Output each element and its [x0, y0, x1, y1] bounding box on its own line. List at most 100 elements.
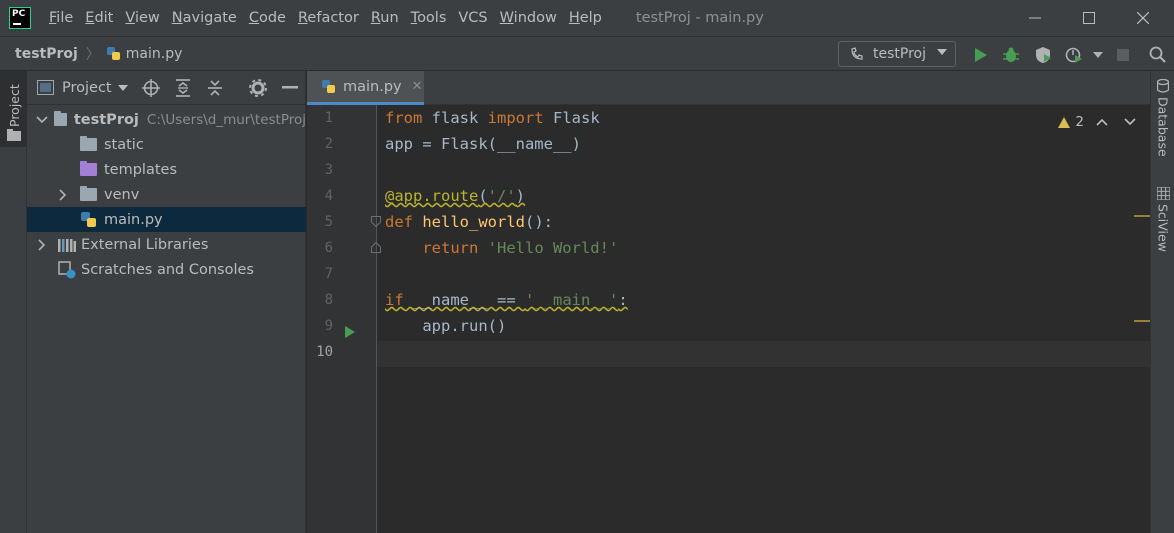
line-number: 1	[324, 110, 333, 126]
code-line-9[interactable]: app.run()	[385, 313, 506, 339]
search-everywhere-button[interactable]	[1148, 45, 1168, 65]
line-number: 3	[324, 162, 333, 178]
chevron-right-icon[interactable]	[57, 188, 69, 201]
database-tab-label: Database	[1155, 97, 1171, 157]
folder-icon	[54, 111, 67, 126]
error-stripe-mark[interactable]	[1134, 215, 1150, 217]
run-config-icon	[851, 47, 863, 60]
run-configuration-select[interactable]: testProj	[838, 41, 956, 67]
sciview-tool-tab[interactable]: SciView	[1151, 187, 1174, 252]
maximize-icon	[1083, 12, 1095, 24]
database-tool-tab[interactable]: Database	[1151, 79, 1174, 157]
tree-item-templates[interactable]: templates	[27, 157, 306, 182]
project-tool-window-tab[interactable]: Project	[0, 71, 27, 147]
line-number: 4	[324, 188, 333, 204]
menu-file[interactable]: File	[43, 10, 79, 26]
chevron-up-icon[interactable]	[1096, 118, 1108, 126]
code-line-5[interactable]: def hello_world():	[385, 209, 553, 235]
breadcrumb-file[interactable]: main.py	[106, 46, 182, 62]
line-number: 2	[324, 136, 333, 152]
line-number: 9	[324, 318, 333, 334]
project-view-selector[interactable]: Project	[37, 80, 128, 96]
code-line-1[interactable]: from flask import Flask	[385, 105, 600, 131]
code-line-2[interactable]: app = Flask(__name__)	[385, 131, 581, 157]
menu-vcs[interactable]: VCS	[452, 10, 493, 26]
line-number: 8	[324, 292, 333, 308]
close-tab-icon[interactable]: ✕	[412, 79, 423, 94]
shield-icon	[1036, 47, 1051, 63]
menu-view[interactable]: View	[119, 10, 165, 26]
run-button[interactable]	[970, 45, 990, 65]
menu-code[interactable]: Code	[243, 10, 292, 26]
pycharm-logo-icon: PC	[9, 7, 31, 29]
run-icon	[975, 48, 987, 62]
warning-count: 2	[1075, 114, 1084, 130]
expand-all-button[interactable]	[173, 78, 193, 98]
chevron-down-icon	[117, 84, 128, 91]
editor-tab-bar: main.py ✕	[307, 71, 1150, 105]
logo-text: PC	[12, 9, 26, 19]
fold-marker-icon[interactable]	[371, 242, 381, 253]
close-window-button[interactable]	[1120, 0, 1166, 36]
profile-button[interactable]	[1064, 45, 1084, 65]
chevron-down-icon[interactable]	[1124, 118, 1136, 126]
menu-help[interactable]: Help	[563, 10, 608, 26]
tree-item-scratches[interactable]: Scratches and Consoles	[27, 257, 306, 282]
menu-navigate[interactable]: Navigate	[166, 10, 243, 26]
menubar: PC File Edit View Navigate Code Refactor…	[0, 0, 1174, 36]
collapse-all-icon	[208, 80, 222, 96]
tree-item-venv[interactable]: venv	[27, 182, 306, 207]
line-number: 6	[324, 240, 333, 256]
minimize-icon	[1029, 17, 1041, 19]
tree-item-main-py[interactable]: main.py	[27, 207, 306, 232]
project-view-icon	[37, 80, 54, 95]
code-line-4[interactable]: @app.route('/')	[385, 183, 525, 209]
breadcrumb-project[interactable]: testProj	[15, 46, 78, 62]
tree-item-label: static	[104, 136, 144, 153]
tree-item-label: main.py	[104, 211, 163, 228]
more-run-actions-button[interactable]	[1088, 45, 1108, 65]
window-title: testProj - main.py	[635, 10, 764, 26]
tree-item-external-libraries[interactable]: External Libraries	[27, 232, 306, 257]
sciview-icon	[1156, 187, 1170, 200]
collapse-all-button[interactable]	[205, 78, 225, 98]
tree-item-label: External Libraries	[81, 236, 209, 253]
debug-button[interactable]	[1001, 45, 1021, 65]
chevron-down-icon[interactable]	[36, 114, 48, 126]
hide-panel-button[interactable]	[280, 78, 300, 98]
menu-refactor[interactable]: Refactor	[292, 10, 365, 26]
menu-edit[interactable]: Edit	[79, 10, 119, 26]
menu-window[interactable]: Window	[494, 10, 563, 26]
search-icon	[1149, 46, 1166, 63]
line-number: 10	[316, 344, 333, 360]
minimize-button[interactable]	[1012, 0, 1058, 36]
sciview-tab-label: SciView	[1155, 204, 1171, 252]
code-line-6[interactable]: return 'Hello World!'	[385, 235, 618, 261]
stop-button[interactable]	[1113, 45, 1133, 65]
fold-marker-icon[interactable]	[371, 216, 381, 227]
editor-tab-main-py[interactable]: main.py ✕	[307, 71, 424, 105]
chevron-down-icon	[937, 49, 947, 55]
tree-item-static[interactable]: static	[27, 132, 306, 157]
library-icon	[58, 238, 76, 252]
database-icon	[1157, 79, 1169, 93]
panel-settings-button[interactable]	[248, 78, 268, 98]
chevron-right-icon[interactable]	[36, 238, 48, 251]
error-stripe-mark[interactable]	[1134, 320, 1150, 322]
menu-tools[interactable]: Tools	[405, 10, 453, 26]
run-gutter-icon[interactable]	[345, 326, 355, 338]
menu-run[interactable]: Run	[365, 10, 405, 26]
code-line-8[interactable]: if __name__ == '__main__':	[385, 287, 628, 313]
inspections-widget[interactable]: 2	[1058, 114, 1136, 130]
locate-file-button[interactable]	[141, 78, 161, 98]
maximize-button[interactable]	[1066, 0, 1112, 36]
chevron-down-icon	[1093, 52, 1103, 58]
line-number: 7	[324, 266, 333, 282]
templates-folder-icon	[80, 161, 97, 176]
coverage-button[interactable]	[1033, 45, 1053, 65]
minimize-icon	[282, 86, 298, 89]
editor-tab-label: main.py	[343, 78, 402, 95]
gear-icon	[249, 79, 267, 97]
project-panel: Project testProj C:\Users\d_mur\testProj…	[27, 71, 306, 533]
tree-item-testproj[interactable]: testProj C:\Users\d_mur\testProj	[27, 107, 306, 132]
